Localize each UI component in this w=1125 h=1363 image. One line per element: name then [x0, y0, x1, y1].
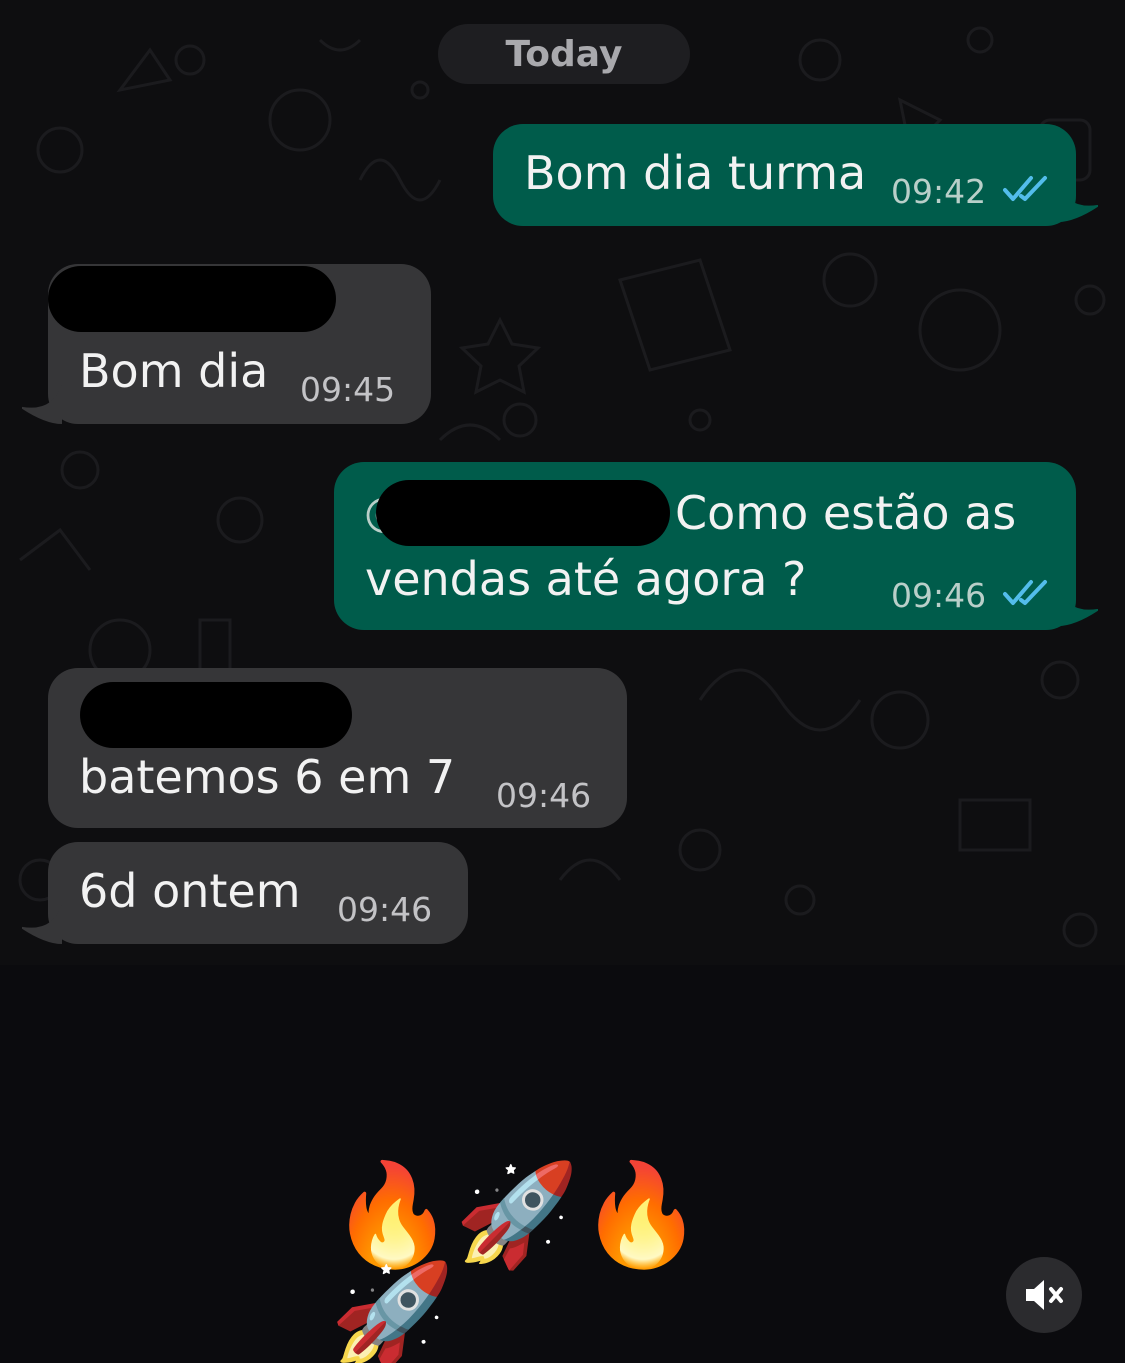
bubble-tail: [1058, 182, 1098, 222]
message-text-line1: Como estão as: [675, 486, 1017, 540]
date-separator: Today: [438, 24, 690, 84]
message-incoming[interactable]: 6d ontem 09:46: [22, 842, 468, 944]
redacted-sender-name: [48, 266, 336, 332]
speaker-muted-icon: [1026, 1280, 1063, 1310]
message-text: Bom dia: [79, 344, 269, 398]
double-check-icon: [1003, 176, 1047, 201]
redacted-mention: [376, 480, 670, 546]
double-check-icon: [1003, 580, 1047, 605]
message-time: 09:45: [300, 370, 396, 409]
chat-area[interactable]: Today Bom dia turma 09:42 Bom dia 09:45 …: [0, 0, 1125, 965]
message-time: 09:46: [337, 890, 433, 929]
message-time: 09:46: [891, 576, 987, 615]
caption-emojis: 🔥🚀🔥🚀: [330, 1156, 704, 1363]
message-incoming[interactable]: batemos 6 em 7 09:46: [48, 668, 627, 828]
message-incoming[interactable]: Bom dia 09:45: [22, 264, 431, 424]
message-time: 09:46: [496, 776, 592, 815]
bubble-tail: [22, 904, 62, 944]
mute-button[interactable]: [1006, 1257, 1082, 1333]
bubble-tail: [1058, 586, 1098, 626]
message-outgoing[interactable]: Bom dia turma 09:42: [493, 124, 1098, 226]
message-text: 6d ontem: [79, 864, 301, 918]
message-outgoing[interactable]: @ Como estão as vendas até agora ? 09:46: [334, 462, 1098, 630]
bubble-tail: [22, 384, 62, 424]
message-text: batemos 6 em 7: [79, 750, 456, 804]
message-text-line2: vendas até agora ?: [365, 552, 807, 606]
message-time: 09:42: [891, 172, 987, 211]
message-text: Bom dia turma: [524, 146, 867, 200]
redacted-sender-name: [80, 682, 352, 748]
